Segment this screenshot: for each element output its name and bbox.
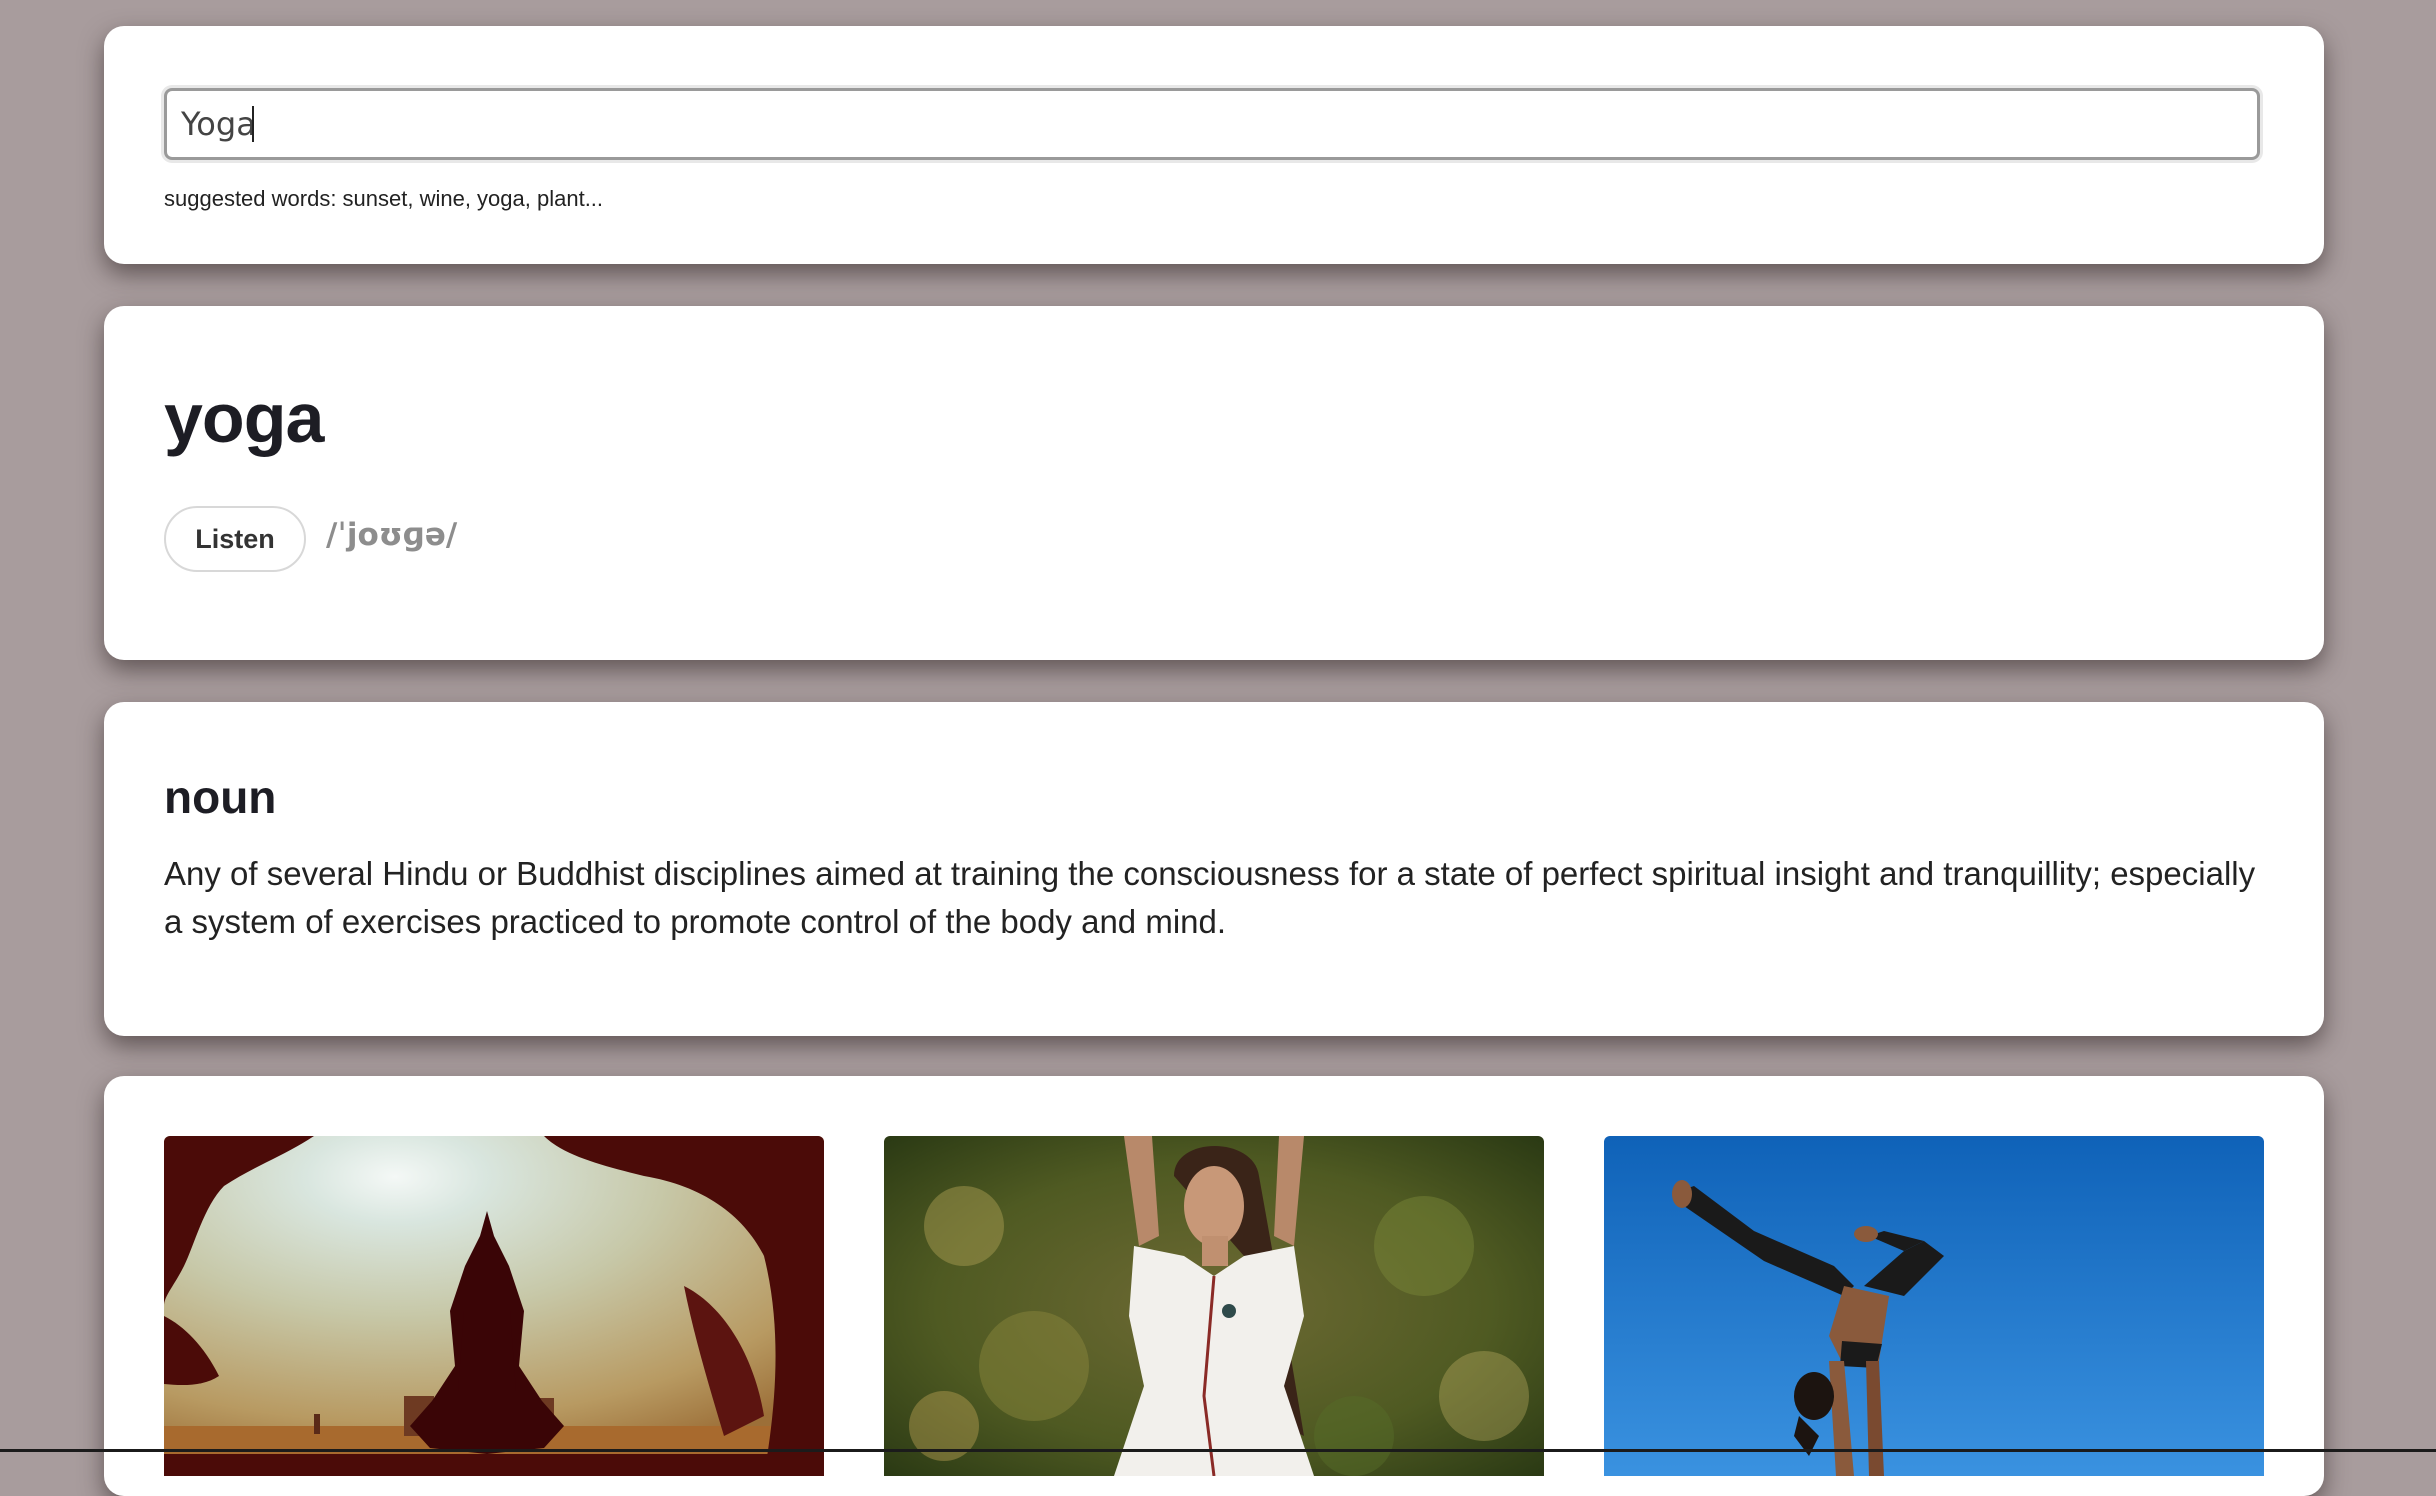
gallery-image-meditation[interactable] [164,1136,824,1476]
listen-button[interactable]: Listen [164,506,306,572]
meditation-photo [164,1136,824,1476]
forest-woman-photo [884,1136,1544,1476]
word-title: yoga [164,379,324,457]
word-card: yoga Listen /ˈjoʊɡə/ [104,306,2324,660]
search-card: suggested words: sunset, wine, yoga, pla… [104,26,2324,264]
search-field-wrapper[interactable] [164,88,2260,160]
handstand-photo [1604,1136,2264,1476]
search-input[interactable] [181,91,2241,157]
text-caret [252,106,254,142]
definition-card: noun Any of several Hindu or Buddhist di… [104,702,2324,1036]
gallery-image-handstand[interactable] [1604,1136,2264,1476]
phonetic-transcription: /ˈjoʊɡə/ [326,517,458,553]
image-gallery-card [104,1076,2324,1496]
definition-text: Any of several Hindu or Buddhist discipl… [164,855,2256,940]
part-of-speech: noun [164,771,277,823]
suggested-words-hint: suggested words: sunset, wine, yoga, pla… [164,186,604,211]
gallery-image-woman-forest[interactable] [884,1136,1544,1476]
